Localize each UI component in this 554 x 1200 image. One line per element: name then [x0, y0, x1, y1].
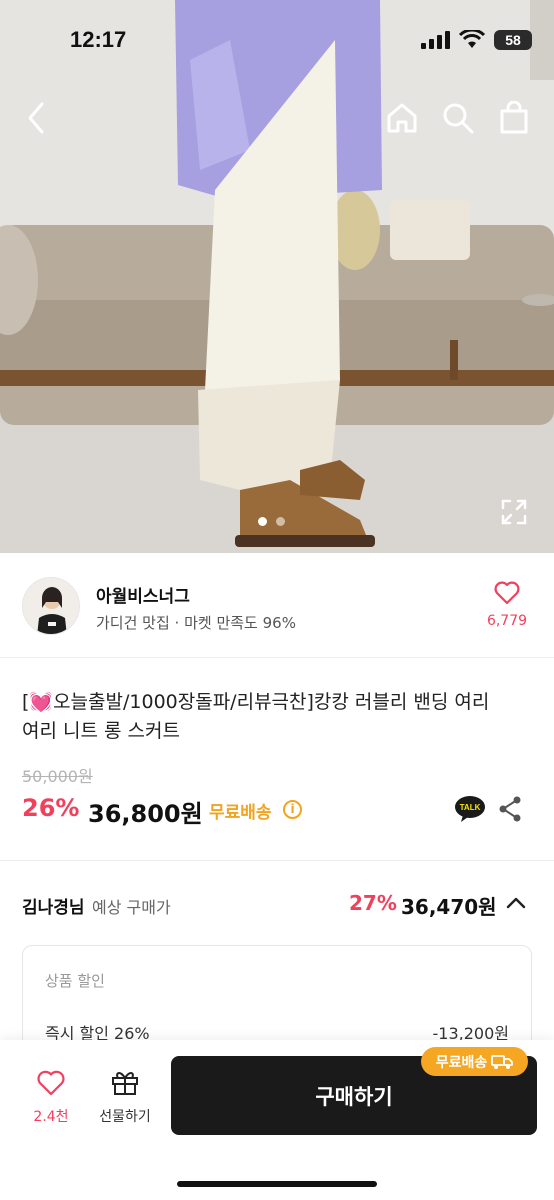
seller-like-button[interactable]: 6,779	[482, 581, 532, 629]
carousel-dot-active	[258, 517, 267, 526]
truck-icon	[491, 1054, 514, 1069]
talk-icon-text: TALK	[460, 803, 481, 812]
seller-section[interactable]: 아월비스너그 가디건 맛집 · 마켓 만족도 96% 6,779	[0, 553, 554, 658]
free-shipping-badge: 무료배송	[421, 1047, 528, 1076]
status-icons: 58	[420, 30, 532, 50]
seller-name[interactable]: 아월비스너그	[96, 582, 190, 607]
sale-price: 36,800원	[88, 800, 203, 828]
home-indicator	[177, 1181, 377, 1187]
search-button[interactable]	[438, 98, 478, 138]
gift-button[interactable]: 선물하기	[90, 1068, 160, 1126]
home-icon	[387, 103, 417, 133]
product-title-line1: [💓오늘출발/1000장돌파/리뷰극찬]캉캉 러블리 밴딩 여리	[22, 691, 490, 713]
original-price: 50,000원	[22, 767, 93, 786]
cart-button[interactable]	[494, 98, 534, 138]
product-title: [💓오늘출발/1000장돌파/리뷰극찬]캉캉 러블리 밴딩 여리 여리 니트 롱…	[22, 688, 534, 746]
wifi-icon	[459, 30, 485, 48]
discount-rate: 26%	[22, 794, 80, 822]
back-button[interactable]	[16, 98, 56, 138]
product-image-carousel[interactable]: 12:17 58	[0, 0, 554, 553]
chevron-up-icon[interactable]	[504, 893, 528, 913]
expected-price-label: 예상 구매가	[92, 898, 171, 917]
carousel-dot	[276, 517, 285, 526]
wishlist-button[interactable]: 2.4천	[26, 1070, 76, 1126]
shopping-bag-icon	[500, 101, 528, 134]
free-shipping-badge-label: 무료배송	[435, 1054, 488, 1071]
user-name: 김나경님	[22, 898, 85, 918]
expected-price: 36,470원	[401, 895, 497, 919]
seller-avatar-image	[23, 578, 79, 634]
wishlist-count: 2.4천	[33, 1109, 69, 1125]
seller-like-count: 6,779	[486, 613, 528, 629]
info-icon[interactable]: i	[283, 800, 302, 819]
home-button[interactable]	[382, 98, 422, 138]
share-button[interactable]	[498, 796, 522, 822]
talk-bubble-icon: TALK	[455, 796, 485, 822]
fullscreen-button[interactable]	[500, 498, 528, 526]
heart-icon	[494, 581, 520, 605]
chevron-left-icon	[28, 102, 44, 134]
status-bar: 12:17 58	[0, 0, 554, 84]
heart-icon	[37, 1070, 65, 1096]
expected-discount: 27%	[349, 891, 397, 915]
cellular-signal-icon	[421, 31, 450, 49]
battery-icon: 58	[494, 30, 532, 50]
kakao-talk-button[interactable]: TALK	[454, 795, 486, 823]
status-time: 12:17	[70, 27, 127, 52]
gift-label: 선물하기	[99, 1109, 151, 1125]
gift-icon	[112, 1072, 138, 1095]
discount-section-title: 상품 할인	[45, 972, 105, 990]
expand-icon	[501, 499, 527, 525]
section-divider	[0, 860, 554, 861]
carousel-indicator	[258, 517, 285, 526]
seller-avatar[interactable]	[22, 577, 80, 635]
bottom-action-bar: 2.4천 선물하기 구매하기 무료배송	[0, 1040, 554, 1200]
share-icon	[499, 796, 521, 822]
free-shipping-label: 무료배송	[209, 803, 272, 823]
seller-subtitle: 가디건 맛집 · 마켓 만족도 96%	[96, 614, 296, 632]
product-title-line2: 여리 니트 롱 스커트	[22, 720, 180, 742]
search-icon	[443, 103, 474, 134]
